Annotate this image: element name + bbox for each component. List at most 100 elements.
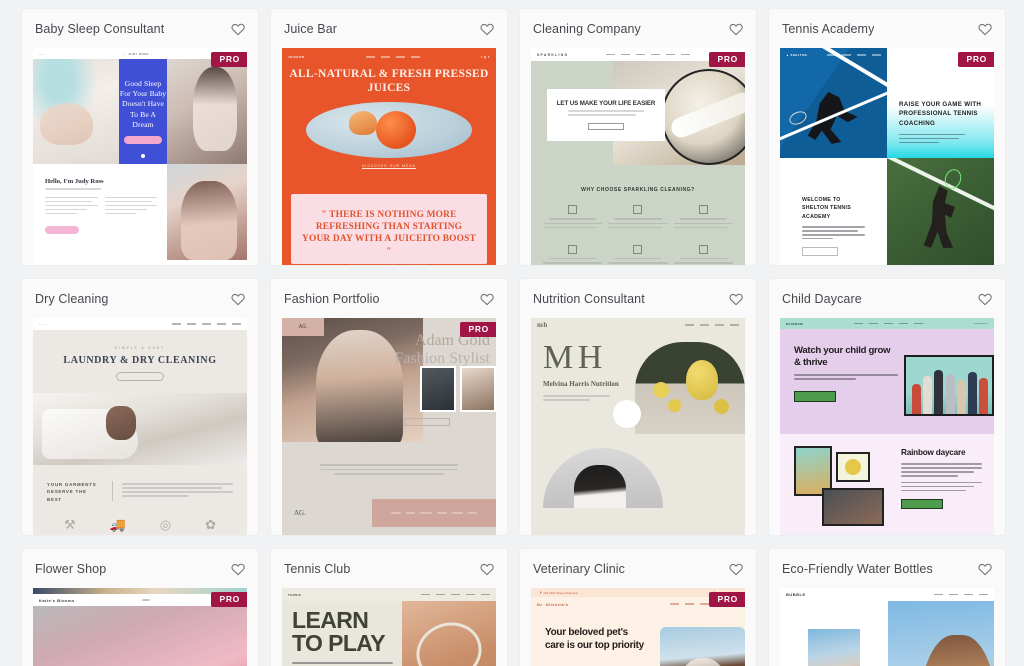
favorite-heart-icon[interactable] bbox=[230, 21, 246, 37]
card-thumbnail[interactable]: PRO ····· ·· JUDY ROSS ·· Good Sleep For… bbox=[33, 48, 247, 265]
preview-image-dog bbox=[659, 627, 745, 666]
favorite-heart-icon[interactable] bbox=[230, 561, 246, 577]
card-title: Tennis Academy bbox=[782, 21, 875, 36]
preview-logo: JUICEITO bbox=[288, 55, 305, 59]
preview-welcome-heading: SHELTON TENNIS ACADEMY bbox=[802, 205, 851, 220]
preview-logo: SPARKLING bbox=[537, 52, 569, 57]
preview-nav bbox=[605, 53, 690, 56]
favorite-heart-icon[interactable] bbox=[479, 21, 495, 37]
favorite-heart-icon[interactable] bbox=[479, 291, 495, 307]
preview-address: 📍 123 Clinic Street, Redmond bbox=[539, 590, 578, 595]
preview-feature bbox=[673, 205, 733, 231]
preview-logo: ▲ SHELTON bbox=[786, 53, 808, 57]
preview-logo: BUBBLE bbox=[786, 592, 806, 597]
favorite-heart-icon[interactable] bbox=[230, 291, 246, 307]
hanger-icon: ⚒ bbox=[63, 517, 76, 533]
card-title: Juice Bar bbox=[284, 21, 338, 36]
preview-welcome-button bbox=[802, 247, 838, 257]
card-thumbnail[interactable]: · · · · SIMPLE & EASY LAUNDRY & DRY CLEA… bbox=[33, 318, 247, 535]
card-thumbnail[interactable]: PRO ▲ SHELTON RAISE YOUR GAME WITH PROFE… bbox=[780, 48, 994, 265]
preview-button bbox=[45, 225, 79, 234]
card-thumbnail[interactable]: PRO SPARKLING LET US MAKE YOUR LIFE EASI… bbox=[531, 48, 745, 265]
card-header: Fashion Portfolio bbox=[271, 279, 507, 318]
preview-hero-button bbox=[588, 122, 624, 130]
preview-nav bbox=[365, 56, 420, 58]
favorite-heart-icon[interactable] bbox=[479, 561, 495, 577]
card-title: Flower Shop bbox=[35, 561, 107, 576]
card-title: Cleaning Company bbox=[533, 21, 641, 36]
template-card-baby-sleep-consultant[interactable]: Baby Sleep Consultant PRO ····· ·· JUDY … bbox=[22, 9, 258, 265]
card-thumbnail[interactable]: RAINBOW Watch your child grow & thrive R… bbox=[780, 318, 994, 535]
template-card-tennis-club[interactable]: Tennis Club TENNIS LEARN TO PLAY bbox=[271, 549, 507, 666]
preview-racket-icon bbox=[786, 108, 809, 128]
template-card-eco-friendly-water-bottles[interactable]: Eco-Friendly Water Bottles BUBBLE bbox=[769, 549, 1005, 666]
preview-hero-heading: Your beloved pet's care is our top prior… bbox=[545, 627, 644, 651]
card-thumbnail[interactable]: PRO Katie's Blooms Make your loved ones … bbox=[33, 588, 247, 666]
preview-logo: Katie's Blooms bbox=[39, 597, 75, 603]
card-title: Fashion Portfolio bbox=[284, 291, 380, 306]
favorite-heart-icon[interactable] bbox=[977, 21, 993, 37]
template-card-cleaning-company[interactable]: Cleaning Company PRO SPARKLING LET US MA… bbox=[520, 9, 756, 265]
template-card-veterinary-clinic[interactable]: Veterinary Clinic PRO 📍 123 Clinic Stree… bbox=[520, 549, 756, 666]
template-card-fashion-portfolio[interactable]: Fashion Portfolio PRO AG. Adam Gold Fash… bbox=[271, 279, 507, 535]
template-card-child-daycare[interactable]: Child Daycare RAINBOW Watch your child g… bbox=[769, 279, 1005, 535]
preview-social-icons: f ◎ ♥ bbox=[480, 55, 490, 59]
template-card-dry-cleaning[interactable]: Dry Cleaning · · · · SIMPLE & EASY LAUND… bbox=[22, 279, 258, 535]
template-card-nutrition-consultant[interactable]: Nutrition Consultant mh M H Melvina Harr… bbox=[520, 279, 756, 535]
preview-player-silhouette bbox=[807, 92, 858, 144]
preview-hero-heading: Watch your child grow & thrive bbox=[794, 345, 891, 368]
truck-icon: 🚚 bbox=[109, 517, 126, 533]
preview-nav bbox=[685, 324, 739, 326]
template-grid: Baby Sleep Consultant PRO ····· ·· JUDY … bbox=[0, 0, 1024, 666]
template-card-juice-bar[interactable]: Juice Bar JUICEITO f ◎ ♥ ALL-NATURAL & F… bbox=[271, 9, 507, 265]
card-header: Flower Shop bbox=[22, 549, 258, 588]
preview-name: Melvina Harris Nutrition bbox=[543, 380, 619, 389]
template-card-tennis-academy[interactable]: Tennis Academy PRO ▲ SHELTON RAISE YOUR … bbox=[769, 9, 1005, 265]
card-header: Veterinary Clinic bbox=[520, 549, 756, 588]
favorite-heart-icon[interactable] bbox=[977, 561, 993, 577]
preview-hero-button bbox=[794, 390, 836, 402]
preview-nav bbox=[421, 593, 490, 596]
preview-nav bbox=[934, 593, 988, 596]
card-title: Baby Sleep Consultant bbox=[35, 21, 165, 36]
card-header: Dry Cleaning bbox=[22, 279, 258, 318]
card-header: Baby Sleep Consultant bbox=[22, 9, 258, 48]
favorite-heart-icon[interactable] bbox=[728, 561, 744, 577]
preview-hero-link: DISCOVER OUR MENU bbox=[361, 163, 417, 168]
card-thumbnail[interactable]: BUBBLE bbox=[780, 588, 994, 666]
card-thumbnail[interactable]: PRO AG. Adam Gold Fashion Stylist AG. bbox=[282, 318, 496, 535]
preview-image-children bbox=[903, 355, 994, 416]
favorite-heart-icon[interactable] bbox=[728, 291, 744, 307]
card-title: Nutrition Consultant bbox=[533, 291, 645, 306]
preview-circle-button bbox=[613, 400, 641, 428]
preview-image-lemons bbox=[635, 342, 745, 434]
pro-badge: PRO bbox=[460, 322, 496, 337]
card-thumbnail[interactable]: TENNIS LEARN TO PLAY bbox=[282, 588, 496, 666]
preview-image-portrait bbox=[543, 448, 663, 508]
preview-footer-logo: AG. bbox=[294, 508, 306, 517]
preview-logo: AG. bbox=[282, 318, 324, 336]
preview-quote-source: THE HEALTHY EATER - MAGAZINE bbox=[350, 262, 428, 265]
preview-carousel-dot bbox=[141, 154, 145, 158]
card-thumbnail[interactable]: mh M H Melvina Harris Nutrition bbox=[531, 318, 745, 535]
card-title: Eco-Friendly Water Bottles bbox=[782, 561, 933, 576]
preview-icon-row: ⚒ 🚚 ◎ ✿ bbox=[33, 503, 247, 533]
card-thumbnail[interactable]: PRO 📍 123 Clinic Street, Redmond 📞 (123)… bbox=[531, 588, 745, 666]
preview-image-detail bbox=[460, 366, 496, 412]
preview-hero-heading: LET US MAKE YOUR LIFE EASIER bbox=[556, 100, 656, 108]
pro-badge: PRO bbox=[211, 52, 247, 67]
preview-image-baby bbox=[33, 59, 119, 164]
preview-hero-heading: RAISE YOUR GAME WITH PROFESSIONAL TENNIS… bbox=[899, 101, 982, 127]
preview-image-juice bbox=[306, 101, 472, 158]
preview-image-lifestyle bbox=[888, 601, 994, 666]
preview-logo: TENNIS bbox=[288, 592, 302, 597]
card-thumbnail[interactable]: JUICEITO f ◎ ♥ ALL-NATURAL & FRESH PRESS… bbox=[282, 48, 496, 265]
template-card-flower-shop[interactable]: Flower Shop PRO Katie's Blooms Make your… bbox=[22, 549, 258, 666]
card-header: Tennis Club bbox=[271, 549, 507, 588]
favorite-heart-icon[interactable] bbox=[728, 21, 744, 37]
preview-feature bbox=[673, 244, 733, 265]
pro-badge: PRO bbox=[709, 52, 745, 67]
preview-feature-grid bbox=[531, 193, 745, 265]
favorite-heart-icon[interactable] bbox=[977, 291, 993, 307]
preview-image-duo bbox=[167, 164, 247, 260]
